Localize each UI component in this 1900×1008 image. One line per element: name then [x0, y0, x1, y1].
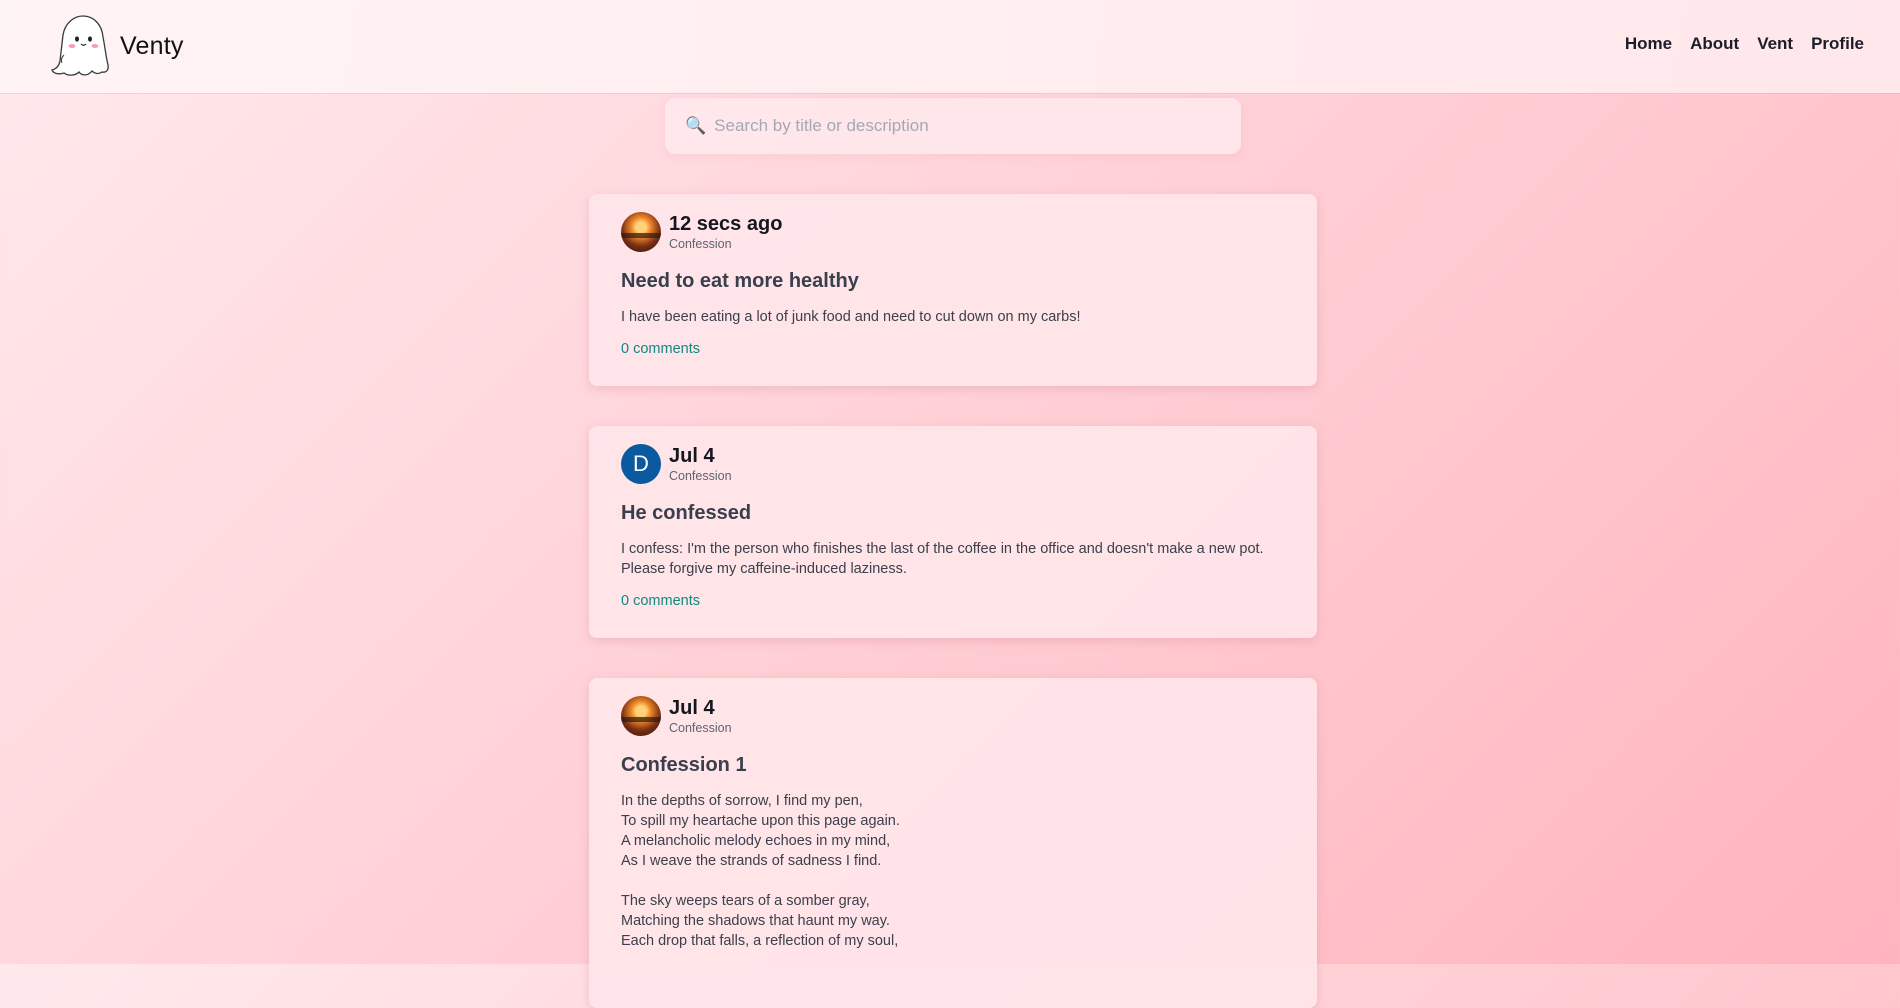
- post-time: 12 secs ago: [669, 213, 783, 235]
- post-category: Confession: [669, 469, 732, 483]
- nav-links: Home About Vent Profile: [1625, 34, 1864, 54]
- post-card[interactable]: D Jul 4 Confession He confessed I confes…: [589, 426, 1317, 638]
- comments-link[interactable]: 0 comments: [621, 341, 1285, 357]
- post-body: I have been eating a lot of junk food an…: [621, 309, 1081, 325]
- app-name: Venty: [120, 31, 184, 60]
- brand[interactable]: Venty: [50, 13, 184, 79]
- search-input[interactable]: [712, 115, 1237, 137]
- post-time: Jul 4: [669, 445, 715, 467]
- nav-about[interactable]: About: [1690, 34, 1739, 54]
- post-time: Jul 4: [669, 697, 715, 719]
- post-header: Jul 4 Confession: [621, 696, 1285, 736]
- ghost-logo-icon: [51, 15, 109, 76]
- search-bar: 🔍: [665, 98, 1241, 154]
- avatar[interactable]: [621, 696, 661, 736]
- post-body: In the depths of sorrow, I find my pen, …: [621, 793, 900, 949]
- post-meta: Jul 4 Confession: [669, 696, 732, 736]
- post-header: D Jul 4 Confession: [621, 444, 1285, 484]
- nav-vent[interactable]: Vent: [1757, 34, 1793, 54]
- post-title[interactable]: Confession 1: [621, 754, 1285, 777]
- post-category: Confession: [669, 721, 732, 735]
- post-card[interactable]: Jul 4 Confession Confession 1 In the dep…: [589, 678, 1317, 1008]
- avatar[interactable]: [621, 212, 661, 252]
- search-icon: 🔍: [685, 116, 707, 135]
- post-category: Confession: [669, 237, 732, 251]
- post-meta: 12 secs ago Confession: [669, 212, 782, 252]
- avatar[interactable]: D: [621, 444, 661, 484]
- post-title[interactable]: Need to eat more healthy: [621, 270, 1285, 293]
- nav-profile[interactable]: Profile: [1811, 34, 1864, 54]
- post-title[interactable]: He confessed: [621, 502, 1285, 525]
- comments-link[interactable]: 0 comments: [621, 593, 1285, 609]
- post-meta: Jul 4 Confession: [669, 444, 732, 484]
- post-card[interactable]: 12 secs ago Confession Need to eat more …: [589, 194, 1317, 386]
- navbar: Venty Home About Vent Profile: [0, 0, 1900, 93]
- post-body: I confess: I'm the person who finishes t…: [621, 541, 1264, 577]
- nav-home[interactable]: Home: [1625, 34, 1672, 54]
- post-header: 12 secs ago Confession: [621, 212, 1285, 252]
